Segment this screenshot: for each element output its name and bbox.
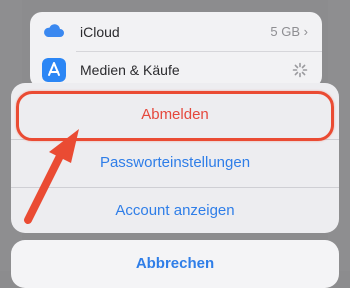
media-purchases-label: Medien & Käufe [80,62,180,78]
annotation-highlight [16,91,334,141]
cancel-button[interactable]: Abbrechen [11,240,339,288]
settings-row-icloud[interactable]: iCloud 5 GB › [30,14,322,50]
app-store-icon [42,58,66,82]
password-settings-button[interactable]: Passworteinstellungen [11,139,339,187]
loading-spinner-icon [292,62,308,78]
icloud-label: iCloud [80,24,120,40]
view-account-button[interactable]: Account anzeigen [11,187,339,233]
cloud-icon [44,24,64,37]
chevron-right-icon: › [303,24,308,39]
icloud-storage-value: 5 GB › [270,24,308,39]
settings-group: iCloud 5 GB › Medien & Käufe [30,12,322,88]
